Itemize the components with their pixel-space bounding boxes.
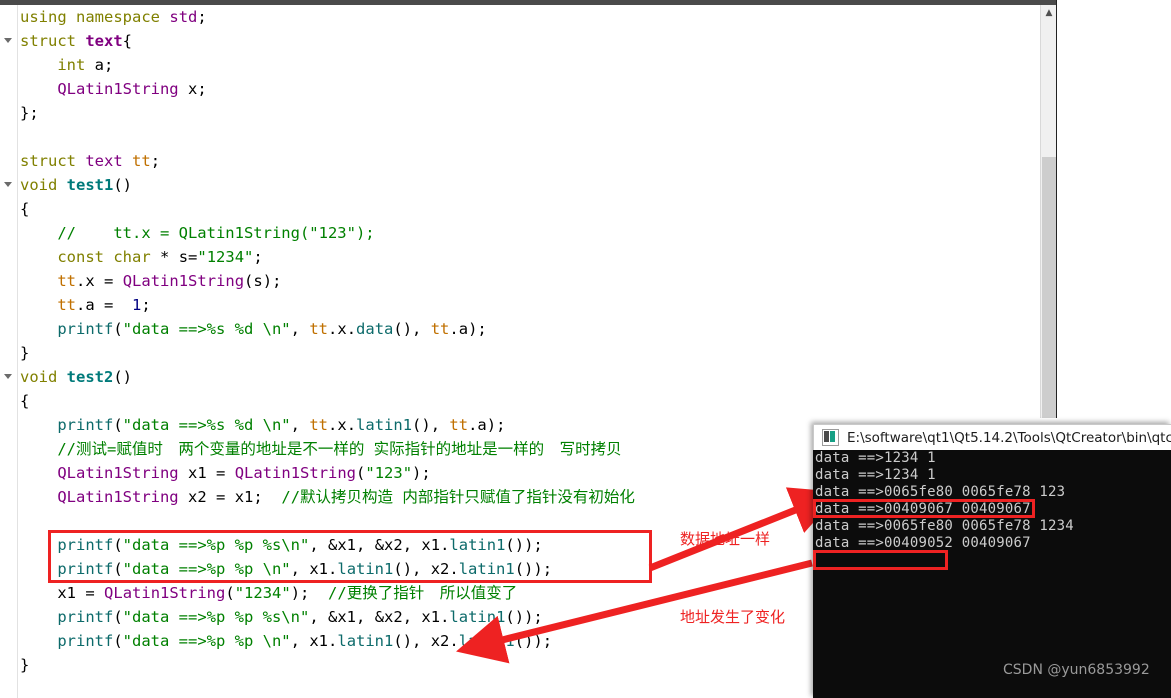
console-output-line: data ==>0065fe80 0065fe78 1234 xyxy=(813,518,1171,535)
console-highlight-box-changed-address xyxy=(813,550,948,570)
code-line[interactable]: { xyxy=(18,197,1040,221)
code-line[interactable]: QLatin1String x; xyxy=(18,77,1040,101)
code-line[interactable]: struct text{ xyxy=(18,29,1040,53)
fold-triangle-icon[interactable] xyxy=(4,36,13,45)
console-app-icon xyxy=(822,429,839,446)
csdn-watermark: CSDN @yun6853992 xyxy=(1003,662,1150,678)
scrollbar-thumb[interactable] xyxy=(1042,157,1057,418)
scroll-up-arrow-icon[interactable]: ▲ xyxy=(1041,5,1057,22)
code-line[interactable]: const char * s="1234"; xyxy=(18,245,1040,269)
code-line[interactable]: struct text tt; xyxy=(18,149,1040,173)
console-output-area[interactable]: data ==>1234 1data ==>1234 1 data ==>0065… xyxy=(813,450,1171,698)
editor-right-border xyxy=(1056,0,1057,418)
fold-triangle-icon[interactable] xyxy=(4,180,13,189)
code-line[interactable] xyxy=(18,125,1040,149)
console-output-line: data ==>1234 1 xyxy=(813,467,1171,484)
console-title-text: E:\software\qt1\Qt5.14.2\Tools\QtCreator… xyxy=(847,430,1171,446)
editor-right-margin xyxy=(1057,0,1171,418)
annotation-address-changed: 地址发生了变化 xyxy=(680,606,785,627)
code-line[interactable]: printf("data ==>%s %d \n", tt.x.data(), … xyxy=(18,317,1040,341)
code-line[interactable]: } xyxy=(18,341,1040,365)
editor-vertical-scrollbar[interactable]: ▲ xyxy=(1040,5,1057,418)
console-title-bar[interactable]: E:\software\qt1\Qt5.14.2\Tools\QtCreator… xyxy=(813,424,1171,450)
code-line[interactable]: int a; xyxy=(18,53,1040,77)
console-highlight-box-same-address xyxy=(813,499,1035,518)
fold-triangle-icon[interactable] xyxy=(4,372,13,381)
code-line[interactable]: void test1() xyxy=(18,173,1040,197)
code-line[interactable]: // tt.x = QLatin1String("123"); xyxy=(18,221,1040,245)
code-fold-gutter[interactable] xyxy=(0,5,18,698)
code-line[interactable]: { xyxy=(18,389,1040,413)
code-line[interactable]: }; xyxy=(18,101,1040,125)
code-line[interactable]: void test2() xyxy=(18,365,1040,389)
code-line[interactable]: tt.a = 1; xyxy=(18,293,1040,317)
code-line[interactable]: using namespace std; xyxy=(18,5,1040,29)
code-line[interactable]: tt.x = QLatin1String(s); xyxy=(18,269,1040,293)
code-highlight-box xyxy=(48,530,652,583)
annotation-same-data-address: 数据地址一样 xyxy=(680,528,770,549)
console-output-line: data ==>1234 1 xyxy=(813,450,1171,467)
